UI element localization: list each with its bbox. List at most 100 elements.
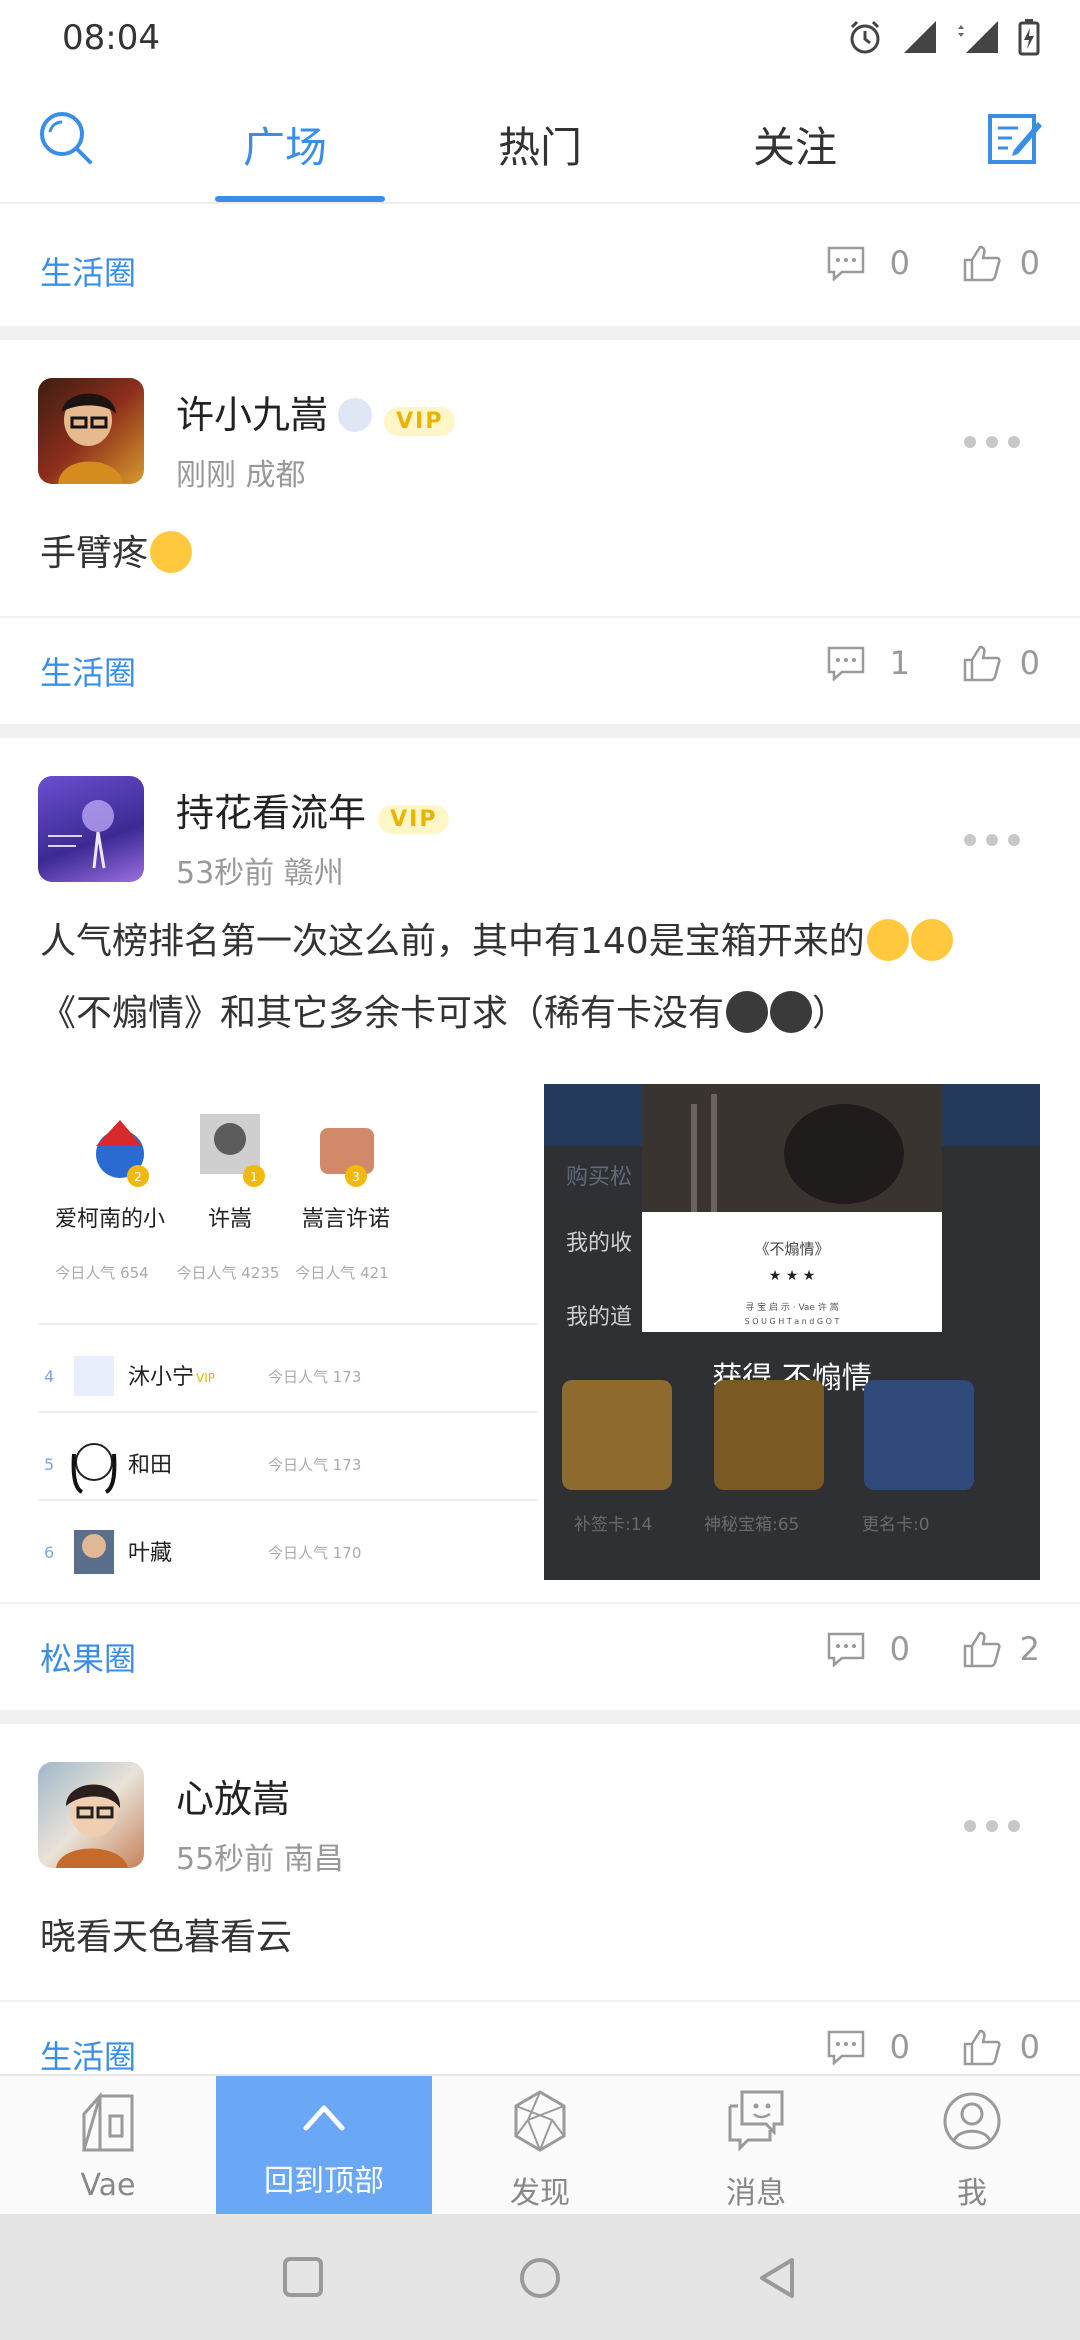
home-button-icon[interactable] (518, 2256, 562, 2300)
comment-button[interactable]: 0 (826, 244, 910, 282)
rank-score: 今日人气 654 (55, 1264, 148, 1282)
post-image-ranking[interactable]: 2 1 3 爱柯南的小 许嵩 嵩言许诺 今日人气 654 今日人气 4235 今… (38, 1084, 538, 1584)
moon-badge-icon (338, 398, 373, 432)
vip-badge: VIP (196, 1371, 215, 1385)
card-subtitle: S O U G H T a n d G O T (745, 1317, 840, 1326)
circle-tag[interactable]: 生活圈 (40, 648, 136, 694)
profile-icon (943, 2092, 1001, 2150)
tab-plaza[interactable]: 广场 (200, 114, 370, 175)
post-image-card[interactable]: 购买松 我的收 我的道 《不煽情》 ★ ★ ★ 寻 宝 启 示 · Vae 许 … (544, 1084, 1040, 1580)
tab-active-indicator (215, 196, 385, 202)
post-time-location: 刚刚 成都 (176, 458, 306, 493)
nav-me[interactable]: 我 (864, 2076, 1080, 2216)
avatar-image (58, 393, 124, 484)
item-count: 神秘宝箱:65 (704, 1515, 799, 1535)
post-text-line: 《不煽情》和其它多余卡可求（稀有卡没有） (40, 991, 849, 1034)
post-time-location: 55秒前 南昌 (176, 1842, 344, 1877)
post-card[interactable]: 许小九嵩 VIP 刚刚 成都 手臂疼 (0, 340, 1080, 616)
avatar[interactable] (38, 378, 144, 484)
dot-icon (986, 834, 998, 846)
dot-icon (964, 1820, 976, 1832)
top-nav: 广场 热门 关注 (0, 80, 1080, 204)
bottom-nav: Vae 回到顶部 发现 消息 我 (0, 2074, 1080, 2216)
comment-button[interactable]: 0 (826, 2028, 910, 2066)
rank-name: 叶藏 (128, 1541, 172, 1566)
nav-label: 发现 (510, 2176, 570, 2211)
confounded-face-emoji-icon (150, 531, 193, 573)
comment-icon (827, 246, 864, 281)
dot-icon (964, 834, 976, 846)
nav-vae[interactable]: Vae (0, 2076, 216, 2216)
comment-icon (827, 2030, 864, 2065)
menu-item: 购买松 (566, 1165, 632, 1190)
post-text: 晓看天色暮看云 (40, 1917, 293, 1958)
post-card[interactable]: 持花看流年 VIP 53秒前 赣州 人气榜排名第一次这么前，其中有140是宝箱开… (0, 738, 1080, 1602)
thumbs-up-icon (963, 1631, 1001, 1668)
circle-tag[interactable]: 生活圈 (40, 248, 136, 294)
arrow-up-icon (303, 2105, 345, 2131)
dot-icon (1008, 834, 1020, 846)
rank-number: 6 (44, 1543, 54, 1562)
rank-score: 今日人气 421 (295, 1264, 388, 1282)
like-count: 0 (1019, 244, 1040, 282)
thumbs-up-icon (963, 2029, 1001, 2066)
compose-button[interactable] (984, 108, 1044, 168)
comment-count: 0 (889, 1630, 910, 1668)
nav-discover[interactable]: 发现 (432, 2076, 648, 2216)
like-button[interactable]: 0 (962, 244, 1040, 282)
avatar-image (56, 1783, 128, 1868)
like-count: 0 (1019, 644, 1040, 682)
circle-tag[interactable]: 松果圈 (40, 1634, 136, 1680)
divider (0, 1710, 1080, 1724)
post-author[interactable]: 心放嵩 (176, 1768, 290, 1823)
avatar[interactable] (38, 1762, 144, 1868)
post-content: 手臂疼 (40, 518, 193, 590)
rank-number: 5 (44, 1455, 54, 1474)
search-button[interactable] (36, 108, 96, 168)
more-options-button[interactable] (964, 834, 1020, 846)
tab-following[interactable]: 关注 (710, 114, 880, 175)
post-text-line: 人气榜排名第一次这么前，其中有140是宝箱开来的 (40, 906, 1050, 978)
comment-button[interactable]: 0 (826, 1630, 910, 1668)
back-icon[interactable] (756, 2256, 798, 2300)
divider (0, 724, 1080, 738)
nav-messages[interactable]: 消息 (648, 2076, 864, 2216)
author-name: 心放嵩 (176, 1777, 291, 1821)
upside-down-face-emoji-icon (866, 919, 909, 961)
like-button[interactable]: 2 (962, 1630, 1040, 1668)
compose-icon (988, 114, 1042, 164)
post-text: 手臂疼 (40, 533, 149, 574)
author-name: 许小九嵩 (176, 393, 329, 437)
rank-score: 今日人气 173 (268, 1456, 361, 1474)
tab-hot[interactable]: 热门 (455, 114, 625, 175)
rank-name: 嵩言许诺 (302, 1207, 390, 1232)
dot-icon (986, 1820, 998, 1832)
like-button[interactable]: 0 (962, 644, 1040, 682)
like-button[interactable]: 0 (962, 2028, 1040, 2066)
rank-badge: 3 (352, 1170, 360, 1184)
like-count: 0 (1019, 2028, 1040, 2066)
recent-apps-icon[interactable] (282, 2256, 324, 2298)
comment-button[interactable]: 1 (826, 644, 910, 682)
rank-score: 今日人气 170 (268, 1544, 361, 1562)
more-options-button[interactable] (964, 1820, 1020, 1832)
avatar-image (48, 800, 114, 869)
post-author[interactable]: 许小九嵩 VIP (176, 384, 456, 439)
post-author[interactable]: 持花看流年 VIP (176, 782, 450, 837)
avatar[interactable] (38, 776, 144, 882)
comment-icon (827, 1632, 864, 1667)
vip-badge: VIP (384, 407, 456, 436)
more-options-button[interactable] (964, 436, 1020, 448)
comment-icon (827, 646, 864, 681)
nav-back-to-top[interactable]: 回到顶部 (216, 2076, 432, 2216)
rank-badge: 1 (250, 1170, 258, 1184)
ranking-image: 2 1 3 爱柯南的小 许嵩 嵩言许诺 今日人气 654 今日人气 4235 今… (38, 1084, 538, 1584)
post-footer: 生活圈 0 0 (0, 218, 1080, 326)
post-card[interactable]: 心放嵩 55秒前 南昌 晓看天色暮看云 (0, 1724, 1080, 2000)
rank-badge: 2 (134, 1170, 142, 1184)
alarm-icon (850, 20, 880, 54)
menu-item: 我的道 (566, 1305, 632, 1330)
comment-count: 1 (889, 644, 910, 682)
circle-tag[interactable]: 生活圈 (40, 2032, 136, 2078)
dot-icon (1008, 1820, 1020, 1832)
